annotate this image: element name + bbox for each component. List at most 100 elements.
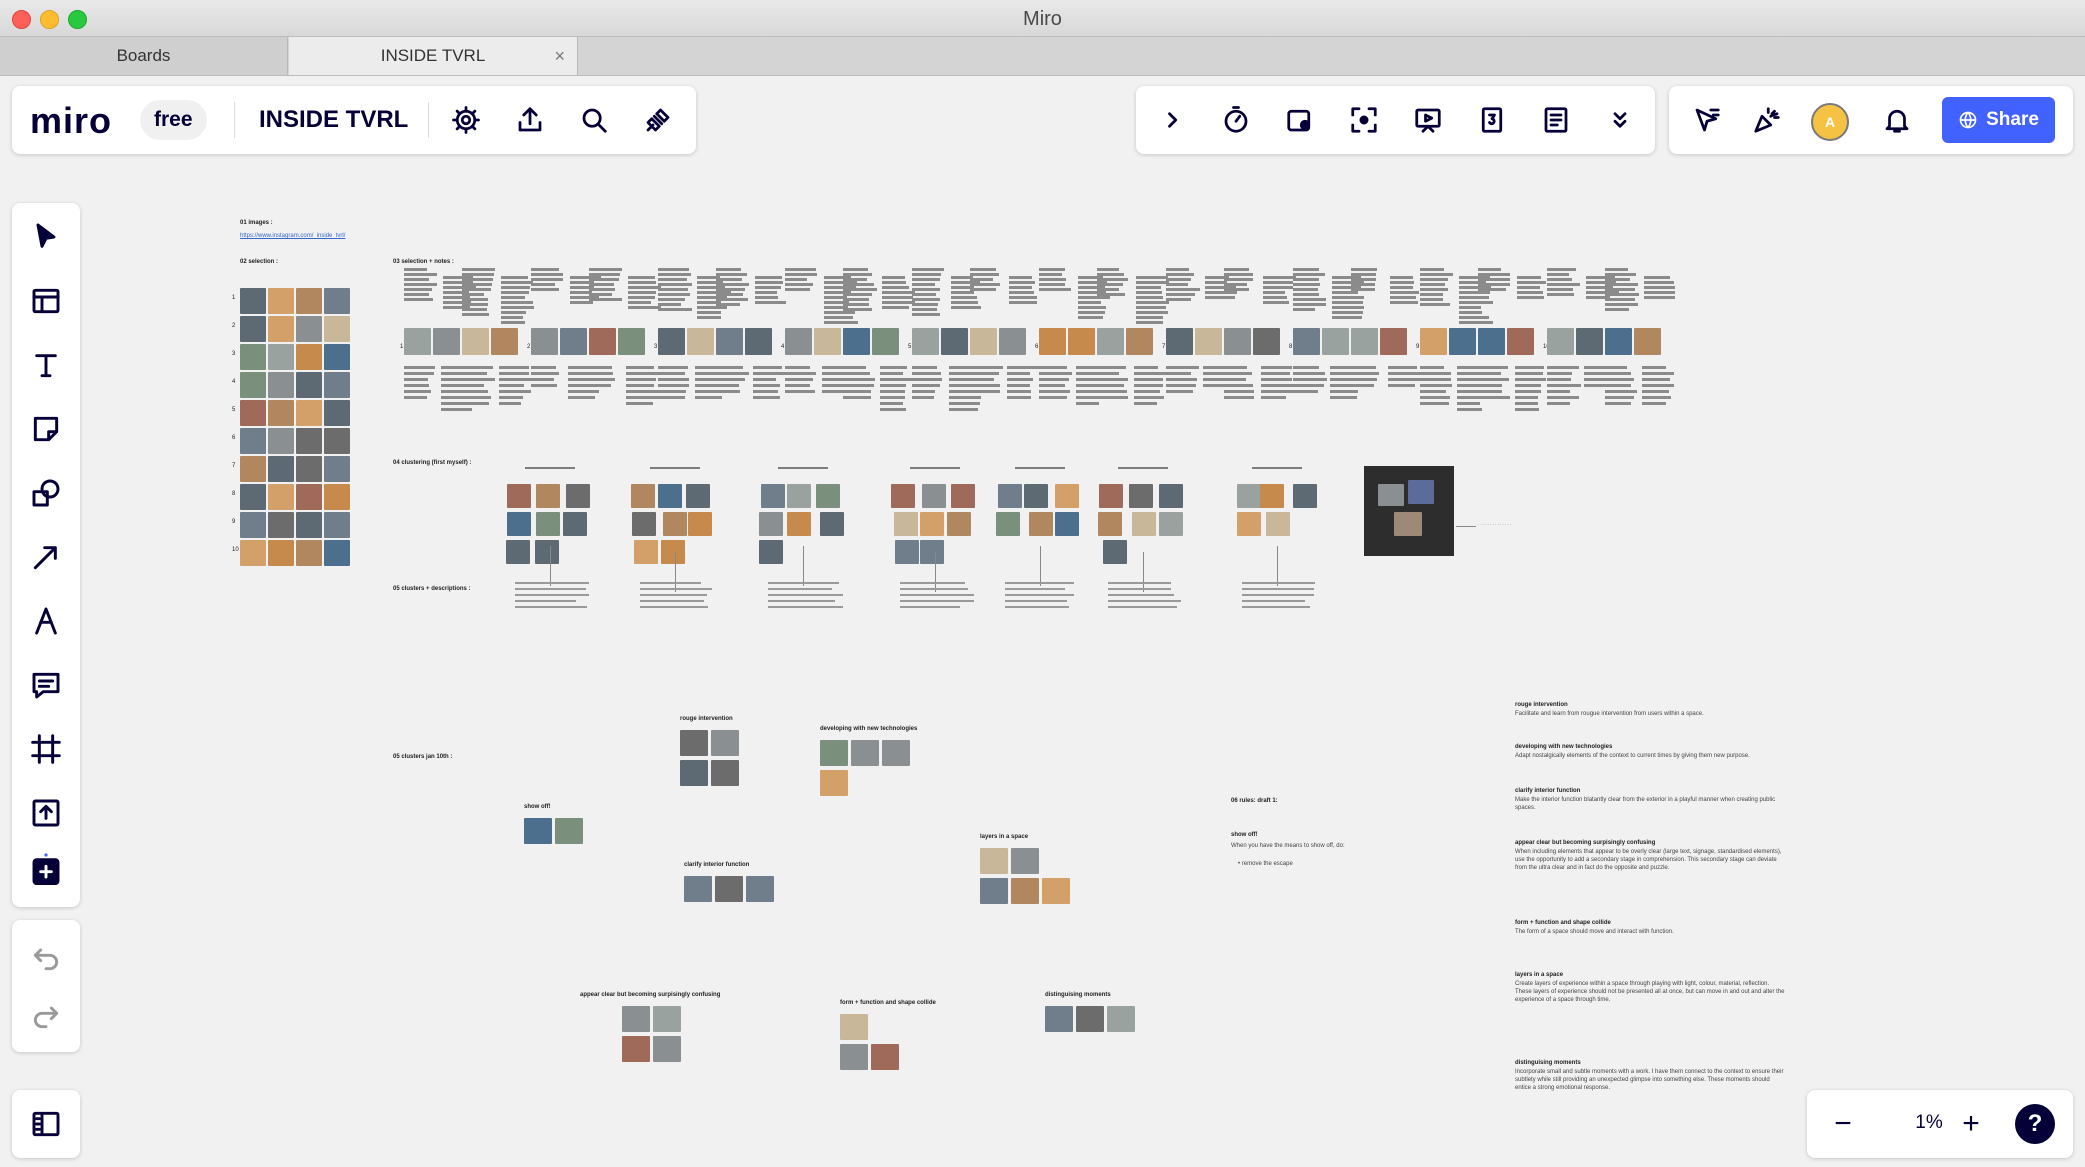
photo[interactable]	[1293, 484, 1318, 508]
photo[interactable]	[1322, 328, 1349, 355]
comment-icon[interactable]	[28, 667, 64, 703]
photo[interactable]	[996, 512, 1021, 536]
photo[interactable]	[404, 328, 431, 355]
photo[interactable]	[1039, 328, 1066, 355]
photo[interactable]	[268, 428, 294, 454]
photo[interactable]	[894, 512, 919, 536]
photo[interactable]	[240, 428, 266, 454]
share-button[interactable]: Share	[1942, 97, 2055, 143]
photo[interactable]	[1131, 512, 1156, 536]
sticky-note-icon[interactable]	[28, 411, 64, 447]
photo[interactable]	[589, 328, 616, 355]
photo[interactable]	[912, 328, 939, 355]
photo[interactable]	[1098, 484, 1123, 508]
photo[interactable]	[433, 328, 460, 355]
photo[interactable]	[872, 328, 899, 355]
photo[interactable]	[1102, 540, 1127, 564]
photo[interactable]	[1380, 328, 1407, 355]
photo[interactable]	[653, 1036, 681, 1062]
photo[interactable]	[895, 540, 920, 564]
photo[interactable]	[746, 876, 774, 902]
photo[interactable]	[268, 540, 294, 566]
photo[interactable]	[296, 344, 322, 370]
photo[interactable]	[820, 740, 848, 766]
search-icon[interactable]	[576, 102, 612, 138]
photo[interactable]	[240, 344, 266, 370]
photo[interactable]	[1236, 512, 1261, 536]
photo[interactable]	[296, 288, 322, 314]
upload-icon[interactable]	[28, 795, 64, 831]
plan-badge[interactable]: free	[140, 100, 207, 140]
photo[interactable]	[882, 740, 910, 766]
photo[interactable]	[296, 456, 322, 482]
photo[interactable]	[951, 484, 976, 508]
photo[interactable]	[1394, 512, 1422, 536]
export-icon[interactable]	[512, 102, 548, 138]
reactions-icon[interactable]	[1749, 102, 1785, 138]
photo[interactable]	[1378, 484, 1404, 506]
photo[interactable]	[536, 484, 561, 508]
photo[interactable]	[1011, 848, 1039, 874]
photo[interactable]	[1158, 512, 1183, 536]
photo[interactable]	[758, 512, 783, 536]
photo[interactable]	[1576, 328, 1603, 355]
settings-icon[interactable]	[448, 102, 484, 138]
frames-list-icon[interactable]	[28, 1106, 64, 1142]
photo[interactable]	[1449, 328, 1476, 355]
instagram-link[interactable]: https://www.instagram.com/_inside_tvrl/	[240, 233, 345, 239]
arrow-icon[interactable]	[28, 539, 64, 575]
photo[interactable]	[535, 512, 560, 536]
countdown-icon[interactable]	[1474, 102, 1510, 138]
focus-icon[interactable]	[1346, 102, 1382, 138]
photo[interactable]	[268, 288, 294, 314]
photo[interactable]	[324, 428, 350, 454]
photo[interactable]	[1068, 328, 1095, 355]
photo[interactable]	[296, 428, 322, 454]
photo[interactable]	[947, 512, 972, 536]
board-canvas[interactable]: 01 images : https://www.instagram.com/_i…	[0, 76, 2085, 1167]
photo[interactable]	[324, 288, 350, 314]
photo[interactable]	[716, 328, 743, 355]
photo[interactable]	[662, 512, 687, 536]
photo[interactable]	[1351, 328, 1378, 355]
photo[interactable]	[970, 328, 997, 355]
photo[interactable]	[745, 328, 772, 355]
photo[interactable]	[814, 328, 841, 355]
photo[interactable]	[660, 540, 685, 564]
photo[interactable]	[462, 328, 489, 355]
photo[interactable]	[296, 372, 322, 398]
photo[interactable]	[1011, 878, 1039, 904]
photo[interactable]	[1076, 1006, 1104, 1032]
photo[interactable]	[840, 1044, 868, 1070]
photo[interactable]	[1107, 1006, 1135, 1032]
photo[interactable]	[1097, 328, 1124, 355]
tab-boards[interactable]: Boards	[0, 37, 288, 75]
photo[interactable]	[980, 878, 1008, 904]
photo[interactable]	[890, 484, 915, 508]
photo[interactable]	[761, 484, 786, 508]
photo[interactable]	[840, 1014, 868, 1040]
photo[interactable]	[324, 456, 350, 482]
templates-icon[interactable]	[28, 283, 64, 319]
photo[interactable]	[296, 316, 322, 342]
photo[interactable]	[820, 770, 848, 796]
notes-icon[interactable]	[1538, 102, 1574, 138]
select-icon[interactable]	[28, 219, 64, 255]
photo[interactable]	[1420, 328, 1447, 355]
add-more-icon[interactable]	[28, 851, 64, 887]
photo[interactable]	[1634, 328, 1661, 355]
photo[interactable]	[324, 316, 350, 342]
avatar[interactable]: A	[1811, 103, 1849, 141]
photo[interactable]	[999, 328, 1026, 355]
photo[interactable]	[240, 484, 266, 510]
photo[interactable]	[560, 328, 587, 355]
photo[interactable]	[240, 372, 266, 398]
photo[interactable]	[684, 876, 712, 902]
photo[interactable]	[240, 512, 266, 538]
photo[interactable]	[1159, 484, 1184, 508]
photo[interactable]	[506, 484, 531, 508]
photo[interactable]	[1408, 480, 1434, 504]
frame-icon[interactable]	[28, 731, 64, 767]
undo-icon[interactable]	[28, 940, 64, 976]
photo[interactable]	[268, 316, 294, 342]
